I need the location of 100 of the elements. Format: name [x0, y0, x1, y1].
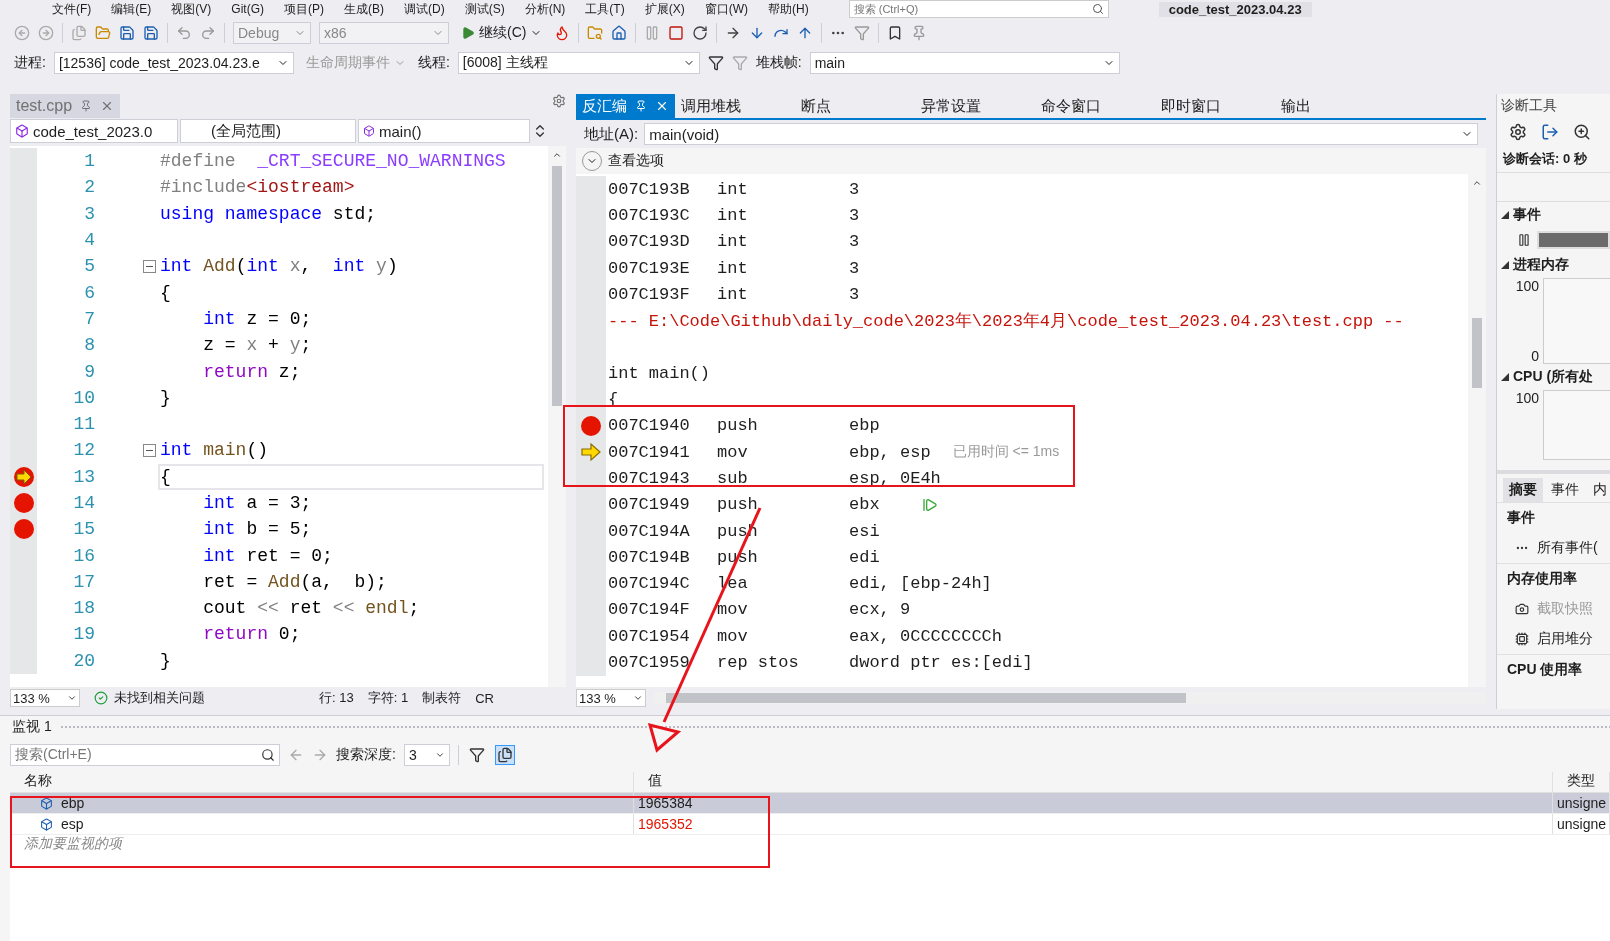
source-file-line: --- E:\Code\Github\daily_code\2023年\2023年4月\code_test_2023.04.23\test.cpp -- — [608, 311, 1404, 333]
stop-icon[interactable] — [668, 25, 685, 41]
panel-tab[interactable]: 断点 — [801, 94, 921, 118]
settings-icon[interactable] — [1509, 123, 1527, 141]
zoom-dropdown[interactable]: 133 % — [576, 689, 646, 707]
add-watch-placeholder[interactable]: 添加要监视的项 — [10, 835, 1610, 855]
column-header[interactable]: 值 — [634, 772, 1553, 792]
scroll-up-icon[interactable] — [552, 150, 562, 160]
summary-link[interactable]: 所有事件( — [1537, 539, 1598, 557]
menu-item[interactable]: 工具(T) — [585, 0, 625, 18]
save-all-icon[interactable] — [143, 25, 159, 41]
menu-item[interactable]: 编辑(E) — [111, 0, 152, 18]
instruction-mnemonic: int — [717, 284, 749, 304]
instruction-address: 007C193C — [608, 205, 691, 225]
search-field[interactable]: 搜索 (Ctrl+Q) — [848, 0, 1109, 18]
scrollbar[interactable] — [548, 146, 566, 687]
diagnostics-tab[interactable]: 摘要 — [1503, 478, 1543, 502]
scroll-thumb[interactable] — [666, 693, 1186, 703]
view-options-label[interactable]: 查看选项 — [608, 152, 664, 170]
column-header[interactable]: 名称 — [10, 772, 634, 792]
back-icon[interactable] — [14, 25, 30, 41]
summary-heading: CPU 使用率 — [1497, 654, 1610, 685]
process-dropdown[interactable]: [12536] code_test_2023.04.23.e — [53, 52, 294, 74]
menu-item[interactable]: 生成(B) — [344, 0, 384, 18]
zoom-dropdown[interactable]: 133 % — [10, 689, 80, 707]
pin-icon[interactable] — [80, 100, 93, 112]
code-line: z = x + y; — [202, 335, 312, 356]
panel-tab[interactable]: 输出 — [1281, 94, 1401, 118]
scroll-thumb[interactable] — [1472, 318, 1482, 388]
redo-icon[interactable] — [200, 25, 216, 41]
scrollbar[interactable] — [1468, 174, 1486, 687]
axis-label: 0 — [1531, 348, 1539, 364]
panel-tab[interactable]: 异常设置 — [921, 94, 1041, 118]
caret-icon — [434, 750, 445, 760]
depth-dropdown[interactable]: 3 — [403, 744, 450, 766]
member-dropdown[interactable]: main() — [358, 119, 530, 143]
diagnostics-tab[interactable]: 事件 — [1545, 478, 1585, 502]
watch-row[interactable]: ebp 1965384 unsigne — [10, 793, 1610, 814]
column-header[interactable]: 类型 — [1553, 772, 1610, 792]
restart-icon[interactable] — [692, 25, 709, 41]
menu-item[interactable]: 分析(N) — [524, 0, 566, 18]
thread-dropdown[interactable]: [6008] 主线程 — [457, 52, 700, 74]
home-icon[interactable] — [611, 25, 628, 41]
close-icon[interactable] — [655, 99, 669, 113]
menu-item[interactable]: 扩展(X) — [644, 0, 685, 18]
forward-icon[interactable] — [312, 747, 328, 763]
collapse-icon[interactable] — [143, 443, 156, 457]
instruction-address: 007C1941 — [608, 442, 691, 462]
new-file-icon[interactable] — [71, 25, 87, 41]
menu-item[interactable]: 文件(F) — [52, 0, 92, 18]
axis-label: 100 — [1515, 390, 1539, 406]
instruction-mnemonic: int — [717, 205, 749, 225]
panel-tab[interactable]: 即时窗口 — [1161, 94, 1281, 118]
zoom-in-icon[interactable] — [1573, 123, 1591, 141]
menu-item[interactable]: 测试(S) — [464, 0, 505, 18]
diagnostics-tab[interactable]: 内 — [1587, 478, 1610, 502]
save-icon[interactable] — [119, 25, 135, 41]
panel-tab[interactable]: 调用堆栈 — [681, 94, 801, 118]
watch-row[interactable]: esp 1965352 unsigne — [10, 814, 1610, 835]
filter-icon[interactable] — [707, 55, 724, 71]
continue-button[interactable]: 继续(C) — [457, 22, 547, 44]
stack-frame-dropdown[interactable]: main — [809, 52, 1120, 74]
open-folder-icon[interactable] — [95, 25, 111, 41]
forward-icon[interactable] — [38, 25, 54, 41]
export-icon[interactable] — [1541, 123, 1559, 141]
code-line: int a = 3; — [202, 493, 312, 513]
breakpoint-icon[interactable] — [581, 415, 601, 436]
panel-tab[interactable]: 命令窗口 — [1041, 94, 1161, 118]
document-tab[interactable]: test.cpp — [10, 94, 121, 118]
instruction-address: 007C193D — [608, 232, 691, 252]
scroll-up-icon[interactable] — [1472, 178, 1482, 188]
menu-item[interactable]: 帮助(H) — [768, 0, 809, 18]
address-field[interactable]: main(void) — [644, 123, 1478, 145]
menu-item[interactable]: 调试(D) — [404, 0, 445, 18]
collapse-icon[interactable] — [143, 259, 156, 273]
tab-view-button[interactable] — [494, 745, 515, 765]
session-time: 诊断会话: 0 秒 — [1501, 150, 1588, 168]
scroll-thumb[interactable] — [552, 166, 562, 406]
menu-item[interactable]: 项目(P) — [284, 0, 324, 18]
pin-icon[interactable] — [635, 100, 647, 112]
summary-link[interactable]: 启用堆分 — [1537, 630, 1593, 648]
pause-icon[interactable] — [1517, 233, 1531, 247]
panel-tab[interactable]: 反汇编 — [576, 94, 675, 118]
collapse-icon[interactable] — [1501, 261, 1509, 269]
project-dropdown[interactable]: code_test_2023.0 — [10, 119, 178, 143]
run-to-here-icon[interactable] — [921, 496, 938, 513]
undo-icon[interactable] — [176, 25, 192, 41]
menu-item[interactable]: Git(G) — [231, 2, 264, 16]
menu-item[interactable]: 窗口(W) — [704, 0, 748, 18]
code-line: { — [160, 282, 171, 303]
scope-dropdown[interactable]: (全局范围) — [180, 119, 356, 143]
search-field[interactable]: 搜索(Ctrl+E) — [10, 744, 280, 766]
collapse-icon[interactable] — [1501, 373, 1509, 381]
menu-item[interactable]: 视图(V) — [171, 0, 212, 18]
collapse-icon[interactable] — [1501, 211, 1509, 219]
line-number: 5 — [83, 256, 95, 277]
line-number: 3 — [83, 203, 95, 224]
instruction-operands: eax, 0CCCCCCCCh — [849, 626, 1003, 646]
folder-search-icon[interactable] — [587, 25, 604, 41]
back-icon[interactable] — [288, 747, 304, 763]
